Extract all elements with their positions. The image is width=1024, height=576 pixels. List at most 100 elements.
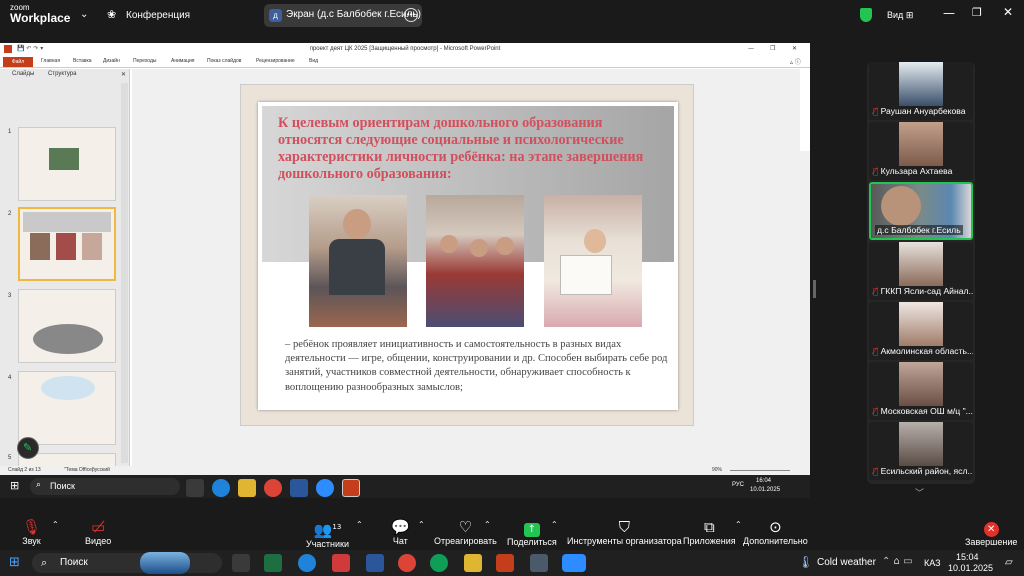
ppt-ribbon-tabs: Файл Главная Вставка Дизайн Переходы Ани… — [0, 56, 810, 68]
shield-icon[interactable] — [860, 8, 872, 22]
slide-number: 1 — [8, 129, 12, 135]
tab-home[interactable]: Главная — [41, 58, 60, 64]
mic-muted-icon: 🎙 — [22, 518, 42, 536]
chevron-up-icon[interactable]: ⌃ — [418, 520, 425, 529]
chrome-profile-icon[interactable] — [430, 554, 448, 572]
zoom-app-icon[interactable] — [562, 554, 586, 572]
zoom-slider[interactable] — [730, 470, 790, 471]
participant-tile[interactable]: 🎙̸ ГККП Ясли-сад Айнал... — [869, 242, 973, 300]
taskbar-search-label: Поиск — [60, 557, 88, 568]
view-button[interactable]: Вид ⊞ — [887, 10, 913, 21]
annotate-pen-button[interactable]: ✎ — [17, 437, 39, 459]
tab-slides[interactable]: Слайды — [12, 71, 34, 77]
inner-search-box[interactable]: ⌕ Поиск — [30, 478, 180, 495]
mic-muted-icon: 🎙̸ — [873, 287, 879, 297]
chrome-icon[interactable] — [398, 554, 416, 572]
tab-review[interactable]: Рецензирование — [256, 58, 295, 64]
windows-start-icon[interactable]: ⊞ — [9, 555, 20, 570]
ppt-restore-icon[interactable]: ❐ — [770, 45, 775, 52]
chevron-up-icon[interactable]: ⌃ — [356, 520, 363, 529]
participant-tile-active-speaker[interactable]: д.с Балбобек г.Есиль — [869, 182, 973, 240]
excel-icon[interactable] — [264, 554, 282, 572]
end-button[interactable]: ✕ Завершение — [965, 518, 1017, 547]
pane-scrollbar[interactable] — [121, 83, 128, 463]
share-button[interactable]: ↑ Поделиться — [507, 518, 557, 547]
help-icon[interactable]: ▵ ⓘ — [790, 57, 801, 66]
slide-thumbnail[interactable] — [18, 371, 116, 445]
child-face — [496, 237, 514, 255]
word-icon[interactable] — [366, 554, 384, 572]
chevron-down-icon[interactable]: ⌄ — [80, 9, 88, 20]
weather-text[interactable]: Cold weather — [817, 557, 876, 568]
ppt-window-title: проект деят ЦК 2025 [Защищенный просмотр… — [309, 46, 501, 52]
app-icon[interactable] — [530, 554, 548, 572]
tab-view[interactable]: Вид — [309, 58, 318, 64]
tab-animation[interactable]: Анимация — [171, 58, 194, 64]
participant-tile[interactable]: 🎙̸ Московская ОШ м/ц "... — [869, 362, 973, 420]
app-icon[interactable] — [332, 554, 350, 572]
chat-button[interactable]: 💬 Чат — [391, 518, 410, 546]
explorer-icon[interactable] — [238, 479, 256, 497]
taskbar-search-box[interactable]: ⌕ Поиск — [32, 553, 222, 573]
more-button[interactable]: ⊙ Дополнительно — [743, 518, 808, 546]
chat-icon: 💬 — [391, 518, 410, 536]
tab-insert[interactable]: Вставка — [73, 58, 92, 64]
slide-photo-child-painting — [309, 195, 407, 327]
mic-muted-icon: 🎙̸ — [873, 407, 879, 417]
screen-share-indicator[interactable]: д Экран (д.с Балбобек г.Есиль) ••• — [264, 4, 422, 27]
pane-close-icon[interactable]: ✕ — [121, 71, 126, 78]
meeting-title[interactable]: Конференция — [126, 10, 190, 21]
video-button[interactable]: ▭̸ Видео — [85, 518, 111, 546]
powerpoint-taskbar-icon[interactable] — [496, 554, 514, 572]
participant-tile[interactable]: 🎙̸ Есильский район, ясл... — [869, 422, 973, 480]
windows-start-icon[interactable]: ⊞ — [10, 479, 19, 492]
inner-lang[interactable]: РУС — [732, 482, 744, 488]
chevron-up-icon[interactable]: ⌃ — [551, 520, 558, 529]
notification-icon[interactable]: ▱ — [1005, 557, 1013, 568]
explorer-icon[interactable] — [464, 554, 482, 572]
taskbar-lang[interactable]: КАЗ — [924, 558, 941, 568]
zoom-percent[interactable]: 90% — [712, 467, 722, 473]
word-icon[interactable] — [290, 479, 308, 497]
tab-slideshow[interactable]: Показ слайдов — [207, 58, 241, 64]
apps-button[interactable]: ⧉ Приложения — [683, 518, 736, 546]
chrome-icon[interactable] — [264, 479, 282, 497]
participants-button[interactable]: 👥13 Участники — [306, 518, 349, 549]
audio-button[interactable]: 🎙 Звук — [22, 518, 41, 546]
tray-icons[interactable]: ⌃ ⌂ ▭ — [882, 556, 913, 567]
tab-design[interactable]: Дизайн — [103, 58, 120, 64]
participant-tile[interactable]: 🎙̸ Акмолинская область... — [869, 302, 973, 360]
tab-outline[interactable]: Структура — [48, 71, 76, 77]
participant-name: 🎙̸ Кульзара Ахтаева — [873, 166, 953, 177]
chevron-up-icon[interactable]: ⌃ — [735, 520, 742, 529]
edge-icon[interactable] — [212, 479, 230, 497]
task-view-icon[interactable] — [186, 479, 204, 497]
slide-thumbnail[interactable] — [18, 127, 116, 201]
slide-thumbnail-selected[interactable] — [18, 207, 116, 281]
file-tab[interactable]: Файл — [3, 57, 33, 67]
ppt-vertical-scrollbar[interactable] — [800, 151, 810, 498]
participants-label: Участники — [306, 539, 349, 549]
child-face — [470, 239, 488, 257]
chevron-up-icon[interactable]: ⌃ — [484, 520, 491, 529]
chevron-down-icon[interactable]: ﹀ — [915, 486, 924, 499]
ppt-close-icon[interactable]: ✕ — [792, 45, 797, 52]
splitter-handle[interactable] — [813, 280, 816, 298]
restore-icon[interactable]: ❐ — [972, 6, 982, 19]
chevron-up-icon[interactable]: ⌃ — [52, 520, 59, 529]
task-view-icon[interactable] — [232, 554, 250, 572]
minimize-icon[interactable]: — — [943, 6, 955, 20]
zoom-app-icon[interactable] — [316, 479, 334, 497]
edge-icon[interactable] — [298, 554, 316, 572]
participant-tile[interactable]: 🎙̸ Раушан Ануарбекова — [869, 62, 973, 120]
tab-transitions[interactable]: Переходы — [133, 58, 156, 64]
zoom-workplace-logo: zoom Workplace — [10, 3, 71, 25]
host-tools-button[interactable]: ⛉ Инструменты организатора — [567, 518, 682, 546]
participant-tile[interactable]: 🎙̸ Кульзара Ахтаева — [869, 122, 973, 180]
powerpoint-taskbar-icon[interactable] — [342, 479, 360, 497]
ppt-minimize-icon[interactable]: — — [748, 45, 754, 52]
slide-thumbnail[interactable] — [18, 289, 116, 363]
child-face — [343, 209, 371, 239]
close-icon[interactable]: ✕ — [1003, 5, 1013, 19]
more-icon[interactable]: ••• — [404, 8, 418, 22]
